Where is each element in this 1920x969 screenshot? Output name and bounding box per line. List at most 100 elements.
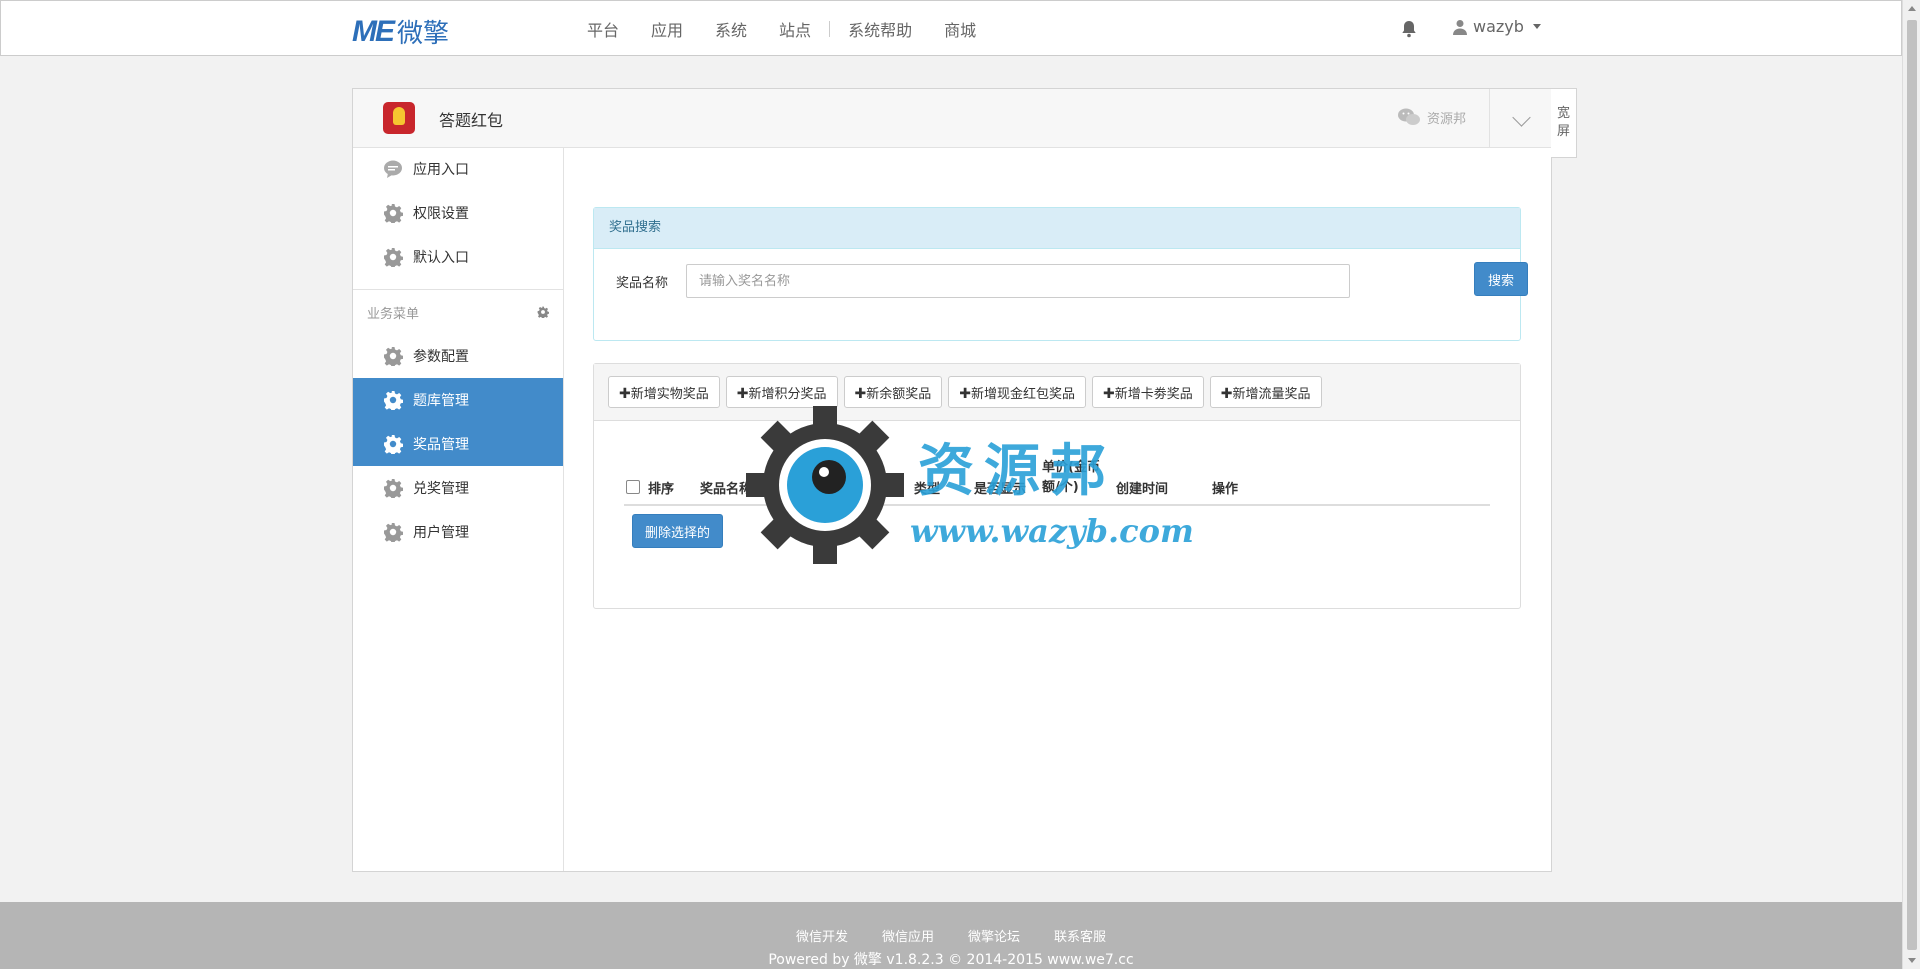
delete-selected-button[interactable]: 删除选择的 <box>632 514 724 548</box>
sidebar-item-app-entry[interactable]: 应用入口 <box>353 147 563 191</box>
gear-icon <box>384 248 403 267</box>
sidebar-item-label: 应用入口 <box>413 162 469 178</box>
footer-links: 微信开发 微信应用 微擎论坛 联系客服 <box>0 926 1902 945</box>
sidebar-item-label: 参数配置 <box>413 349 469 365</box>
sidebar-group-business: 业务菜单 <box>353 289 563 334</box>
button-label: 新增积分奖品 <box>748 386 827 402</box>
footer: 微信开发 微信应用 微擎论坛 联系客服 Powered by 微擎 v1.8.2… <box>0 902 1902 969</box>
button-label: 新增卡劵奖品 <box>1114 386 1193 402</box>
button-label: 新余额奖品 <box>866 386 932 402</box>
prize-name-input[interactable] <box>686 264 1350 298</box>
table-header: 排序 奖品名称 奖品图片 剩余数量 类型 是否显示 单价(金币额/个) 创建时间… <box>624 460 1490 506</box>
app-icon <box>383 102 415 134</box>
sidebar-item-label: 奖品管理 <box>413 437 469 453</box>
nav-platform[interactable]: 平台 <box>571 17 635 41</box>
button-label: 新增现金红包奖品 <box>970 386 1075 402</box>
col-remaining: 剩余数量 <box>848 482 901 497</box>
we7-logo[interactable]: ME 微擎 <box>352 13 449 50</box>
sidebar-item-label: 题库管理 <box>413 393 469 409</box>
page-scrollbar[interactable] <box>1902 0 1920 969</box>
search-button[interactable]: 搜索 <box>1474 262 1528 296</box>
add-points-prize-button[interactable]: ✚新增积分奖品 <box>725 376 838 408</box>
account-name: 资源邦 <box>1427 111 1467 127</box>
chevron-down-icon[interactable] <box>1512 108 1531 127</box>
scroll-up-arrow-icon[interactable] <box>1908 6 1916 11</box>
settings-icon[interactable] <box>537 306 549 318</box>
nav-system[interactable]: 系统 <box>699 17 763 41</box>
sidebar-item-users[interactable]: 用户管理 <box>353 510 563 554</box>
scroll-down-arrow-icon[interactable] <box>1908 958 1916 963</box>
plus-icon: ✚ <box>1220 385 1233 402</box>
sidebar-item-label: 用户管理 <box>413 525 469 541</box>
logo-mark: ME <box>352 14 395 48</box>
sidebar-group-title: 业务菜单 <box>367 306 420 322</box>
nav-divider <box>829 21 831 37</box>
col-prize-image: 奖品图片 <box>774 482 827 497</box>
col-sort: 排序 <box>648 482 675 497</box>
caret-down-icon <box>1532 24 1541 29</box>
button-label: 新增实物奖品 <box>630 386 709 402</box>
sidebar-item-params[interactable]: 参数配置 <box>353 334 563 378</box>
gear-icon <box>384 347 403 366</box>
username: wazyb <box>1473 17 1524 36</box>
col-created-at: 创建时间 <box>1116 482 1169 497</box>
user-icon <box>1453 19 1467 35</box>
col-visible: 是否显示 <box>974 482 1027 497</box>
gear-icon <box>384 435 403 454</box>
wechat-icon <box>1398 108 1420 125</box>
button-label: 新增流量奖品 <box>1232 386 1311 402</box>
plus-icon: ✚ <box>854 385 867 402</box>
gear-icon <box>384 523 403 542</box>
col-unit-price: 单价(金币额/个) <box>1042 460 1100 495</box>
col-prize-name: 奖品名称 <box>700 482 753 497</box>
sidebar-item-label: 权限设置 <box>413 206 469 222</box>
sidebar-item-redemption[interactable]: 兑奖管理 <box>353 466 563 510</box>
bell-icon[interactable] <box>1399 19 1419 39</box>
footer-link-forum[interactable]: 微擎论坛 <box>968 926 1020 945</box>
scrollbar-thumb[interactable] <box>1907 20 1917 950</box>
user-menu[interactable]: wazyb <box>1453 17 1541 36</box>
select-all-checkbox[interactable] <box>626 480 640 494</box>
main-nav: 平台 应用 系统 站点 系统帮助 商城 <box>571 1 992 57</box>
sidebar-item-prizes[interactable]: 奖品管理 <box>353 422 563 466</box>
sidebar-item-permissions[interactable]: 权限设置 <box>353 191 563 235</box>
add-cash-redpacket-prize-button[interactable]: ✚新增现金红包奖品 <box>948 376 1086 408</box>
search-panel-title: 奖品搜索 <box>594 208 1520 249</box>
account-switcher[interactable]: 资源邦 <box>1397 107 1466 127</box>
wide-screen-toggle[interactable]: 宽屏 <box>1551 88 1577 158</box>
gear-icon <box>384 391 403 410</box>
app-title: 答题红包 <box>439 111 504 130</box>
logo-text: 微擎 <box>397 19 450 49</box>
nav-store[interactable]: 商城 <box>928 17 992 41</box>
add-balance-prize-button[interactable]: ✚新余额奖品 <box>843 376 943 408</box>
add-data-prize-button[interactable]: ✚新增流量奖品 <box>1209 376 1322 408</box>
nav-apps[interactable]: 应用 <box>635 17 699 41</box>
sidebar-item-default-entry[interactable]: 默认入口 <box>353 235 563 279</box>
col-type: 类型 <box>914 482 941 497</box>
header-divider <box>1489 89 1490 147</box>
plus-icon: ✚ <box>736 385 749 402</box>
prize-name-label: 奖品名称 <box>616 276 669 291</box>
footer-link-wechat-apps[interactable]: 微信应用 <box>882 926 934 945</box>
prize-search-panel: 奖品搜索 奖品名称 <box>593 207 1521 341</box>
sidebar-item-label: 默认入口 <box>413 250 469 266</box>
plus-icon: ✚ <box>619 385 631 402</box>
nav-sites[interactable]: 站点 <box>763 17 827 41</box>
col-actions: 操作 <box>1212 482 1239 497</box>
sidebar-item-question-bank[interactable]: 题库管理 <box>353 378 563 422</box>
gear-icon <box>384 204 403 223</box>
gear-icon <box>384 479 403 498</box>
top-navbar: ME 微擎 平台 应用 系统 站点 系统帮助 商城 wazyb <box>0 0 1902 56</box>
add-prize-toolbar: ✚新增实物奖品 ✚新增积分奖品 ✚新余额奖品 ✚新增现金红包奖品 ✚新增卡劵奖品… <box>594 364 1520 421</box>
sidebar: 应用入口 权限设置 默认入口 业务菜单 参数配置 题库管理 奖品管理 兑奖管理 … <box>353 147 564 871</box>
footer-link-support[interactable]: 联系客服 <box>1054 926 1106 945</box>
add-physical-prize-button[interactable]: ✚新增实物奖品 <box>608 376 720 408</box>
app-panel: 答题红包 资源邦 应用入口 权限设置 默认入口 业务菜单 参数配置 题库管理 奖… <box>352 88 1552 872</box>
footer-copyright: Powered by 微擎 v1.8.2.3 © 2014-2015 www.w… <box>768 952 1134 968</box>
app-header: 答题红包 资源邦 <box>353 89 1551 148</box>
footer-link-wechat-dev[interactable]: 微信开发 <box>796 926 848 945</box>
prize-list-panel: ✚新增实物奖品 ✚新增积分奖品 ✚新余额奖品 ✚新增现金红包奖品 ✚新增卡劵奖品… <box>593 363 1521 609</box>
add-coupon-prize-button[interactable]: ✚新增卡劵奖品 <box>1092 376 1204 408</box>
plus-icon: ✚ <box>1103 385 1115 402</box>
nav-help[interactable]: 系统帮助 <box>832 17 928 41</box>
